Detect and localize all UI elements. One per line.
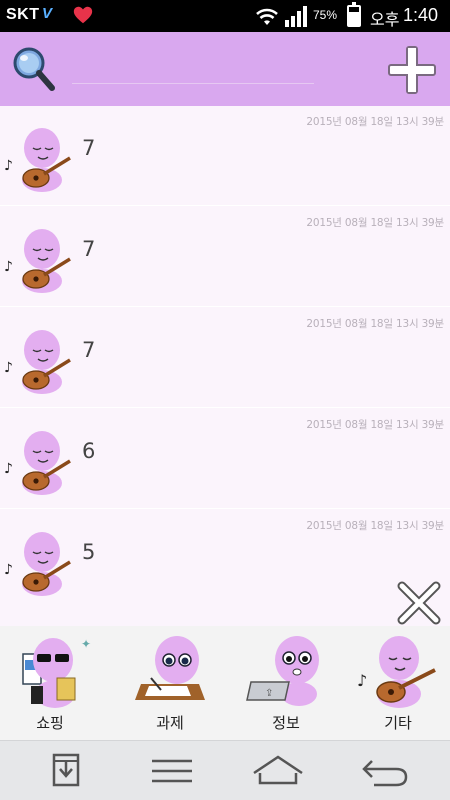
magnifier-icon[interactable] bbox=[10, 44, 56, 92]
list-item[interactable]: ♪ 7 2015년 08월 18일 13시 39분 bbox=[0, 106, 450, 206]
entry-value: 7 bbox=[82, 136, 96, 160]
guitar-character-icon: ♪ bbox=[4, 330, 71, 394]
battery-fill bbox=[349, 11, 359, 25]
guitar-character-icon: ♪ bbox=[4, 431, 71, 495]
clock-time: 1:40 bbox=[403, 5, 439, 25]
volte-icon: V bbox=[42, 5, 53, 22]
download-icon[interactable] bbox=[36, 751, 96, 791]
category-label: 정보 bbox=[272, 714, 300, 732]
category-shopping[interactable]: ✦ 쇼핑 bbox=[0, 630, 100, 736]
wifi-icon bbox=[256, 8, 278, 25]
clock-ampm: 오후 bbox=[370, 10, 400, 29]
category-label: 과제 bbox=[156, 714, 184, 732]
svg-text:♪: ♪ bbox=[4, 259, 13, 275]
entry-date: 2015년 08월 18일 13시 39분 bbox=[306, 116, 444, 128]
info-character-icon: ⇪ bbox=[246, 636, 319, 706]
list-item[interactable]: ♪ 5 2015년 08월 18일 13시 39분 bbox=[0, 510, 450, 609]
heart-icon bbox=[73, 6, 93, 24]
svg-text:⇪: ⇪ bbox=[265, 688, 273, 699]
homework-character-icon bbox=[135, 636, 205, 700]
svg-text:♪: ♪ bbox=[4, 562, 13, 578]
list-item[interactable]: ♪ 7 2015년 08월 18일 13시 39분 bbox=[0, 207, 450, 307]
category-other[interactable]: ♪ 기타 bbox=[348, 630, 448, 736]
svg-text:♪: ♪ bbox=[4, 360, 13, 376]
back-icon[interactable] bbox=[354, 751, 414, 791]
entry-value: 7 bbox=[82, 338, 96, 362]
category-homework[interactable]: 과제 bbox=[120, 630, 220, 736]
carrier-label: SKT bbox=[6, 6, 40, 23]
menu-icon[interactable] bbox=[142, 751, 202, 791]
entry-date: 2015년 08월 18일 13시 39분 bbox=[306, 520, 444, 532]
guitar-character-icon: ♪ bbox=[4, 532, 71, 596]
entry-date: 2015년 08월 18일 13시 39분 bbox=[306, 318, 444, 330]
entry-value: 6 bbox=[82, 439, 96, 463]
entry-date: 2015년 08월 18일 13시 39분 bbox=[306, 419, 444, 431]
svg-text:♪: ♪ bbox=[357, 671, 367, 690]
navigation-bar bbox=[0, 740, 450, 800]
battery-percent: 75% bbox=[313, 8, 338, 22]
status-bar: SKT V 75% 오후 1:40 bbox=[0, 0, 450, 32]
svg-text:♪: ♪ bbox=[4, 158, 13, 174]
search-input[interactable] bbox=[72, 60, 314, 84]
top-toolbar bbox=[0, 32, 450, 106]
entry-list: ♪ 7 2015년 08월 18일 13시 39분 ♪ 7 2015년 08월 18일 … bbox=[0, 106, 450, 609]
shopping-character-icon: ✦ bbox=[22, 637, 91, 708]
svg-text:♪: ♪ bbox=[4, 461, 13, 477]
entry-value: 5 bbox=[82, 540, 96, 564]
entry-date: 2015년 08월 18일 13시 39분 bbox=[306, 217, 444, 229]
category-panel: ✦ 쇼핑 과제 ⇪ 정보 ♪ 기타 bbox=[0, 626, 450, 740]
list-item[interactable]: ♪ 7 2015년 08월 18일 13시 39분 bbox=[0, 308, 450, 408]
plus-icon[interactable] bbox=[386, 44, 438, 96]
guitar-character-icon: ♪ bbox=[357, 636, 436, 708]
category-label: 기타 bbox=[384, 714, 412, 732]
home-icon[interactable] bbox=[248, 751, 308, 791]
svg-text:✦: ✦ bbox=[81, 637, 91, 651]
guitar-character-icon: ♪ bbox=[4, 229, 71, 293]
battery-icon bbox=[347, 2, 361, 27]
guitar-character-icon: ♪ bbox=[4, 128, 71, 192]
entry-value: 7 bbox=[82, 237, 96, 261]
signal-icon bbox=[285, 6, 307, 27]
category-label: 쇼핑 bbox=[36, 714, 64, 732]
category-info[interactable]: ⇪ 정보 bbox=[236, 630, 336, 736]
list-item[interactable]: ♪ 6 2015년 08월 18일 13시 39분 bbox=[0, 409, 450, 509]
close-icon[interactable] bbox=[396, 580, 442, 626]
